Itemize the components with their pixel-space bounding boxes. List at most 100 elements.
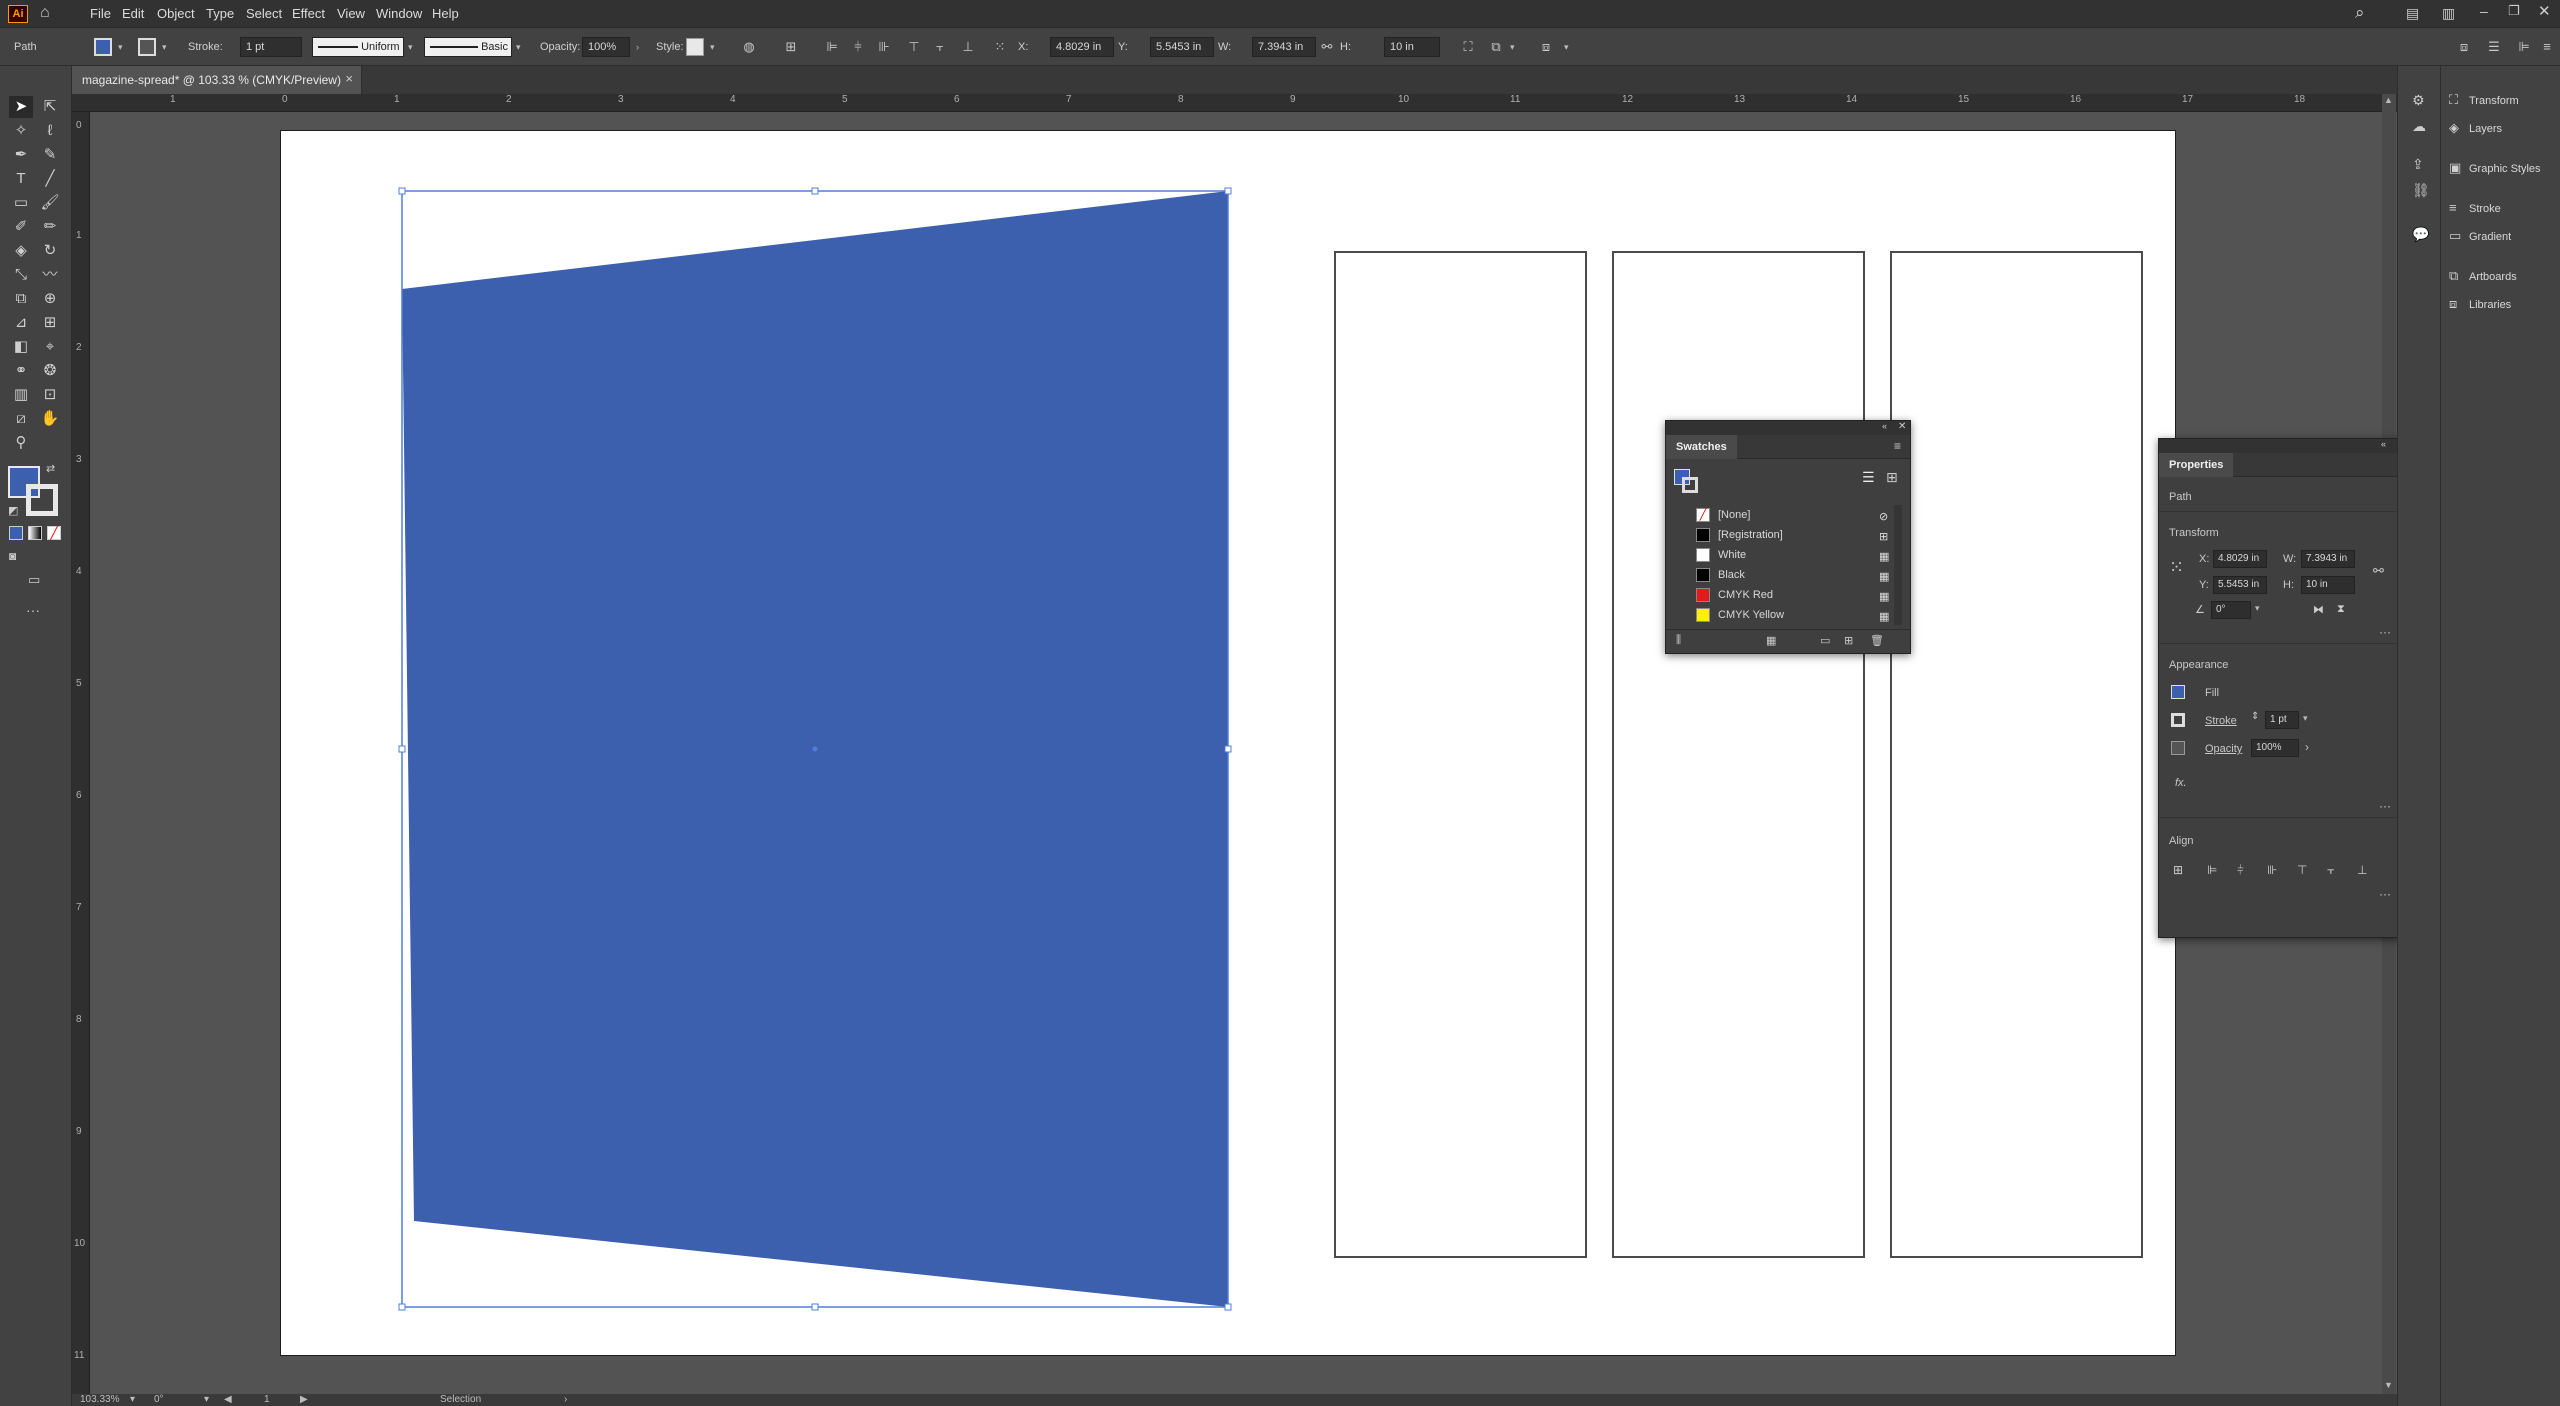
gradient-tool-icon[interactable]: ◧: [9, 336, 33, 358]
none-mode-icon[interactable]: ╱: [47, 526, 61, 540]
libraries-dock-icon[interactable]: ☁: [2412, 118, 2426, 135]
menu-type[interactable]: Type: [206, 6, 234, 21]
close-window-button[interactable]: ✕: [2538, 2, 2551, 20]
reference-point-icon[interactable]: ⁙: [990, 37, 1010, 57]
transform-icon[interactable]: ⛶: [1458, 37, 1478, 57]
prop-x-field[interactable]: 4.8029 in: [2213, 550, 2267, 568]
style-swatch[interactable]: [686, 38, 704, 56]
swatches-tab[interactable]: Swatches: [1666, 435, 1737, 459]
slice-tool-icon[interactable]: ⧄: [9, 408, 33, 430]
bbox-handle[interactable]: [1224, 1303, 1232, 1311]
home-icon[interactable]: ⌂: [40, 4, 50, 22]
rectangle-tool-icon[interactable]: ▭: [9, 192, 33, 214]
close-tab-icon[interactable]: ×: [345, 71, 353, 86]
h-field[interactable]: 10 in: [1384, 37, 1440, 57]
align-vcenter-icon[interactable]: ⫟: [930, 37, 950, 57]
fill-color-swatch[interactable]: [94, 38, 112, 56]
panel-menu-icon[interactable]: ≡: [2538, 37, 2556, 57]
warp-tool-icon[interactable]: 〰: [38, 264, 62, 286]
shaper-tool-icon[interactable]: ✐: [9, 216, 33, 238]
dock-item-stroke[interactable]: ≡ Stroke: [2449, 196, 2559, 220]
align-vcenter-icon[interactable]: ⫟: [2327, 863, 2334, 878]
new-color-group-icon[interactable]: ▭: [1820, 634, 1830, 647]
selection-tool-icon[interactable]: ➤: [9, 96, 33, 118]
direct-selection-tool-icon[interactable]: ⇱: [38, 96, 62, 118]
reference-point-icon[interactable]: ⁙: [2169, 557, 2184, 578]
bbox-handle[interactable]: [1224, 187, 1232, 195]
bbox-handle[interactable]: [398, 187, 406, 195]
menu-file[interactable]: File: [90, 6, 111, 21]
rotate-tool-icon[interactable]: ↻: [38, 240, 62, 262]
fill-swatch[interactable]: [2171, 685, 2185, 699]
scroll-down-icon[interactable]: ▼: [2384, 1380, 2393, 1390]
menu-select[interactable]: Select: [246, 6, 282, 21]
restore-button[interactable]: ❐: [2508, 3, 2520, 19]
artboard[interactable]: [280, 130, 2176, 1356]
prop-w-field[interactable]: 7.3943 in: [2301, 550, 2355, 568]
align-top-icon[interactable]: ⊤: [2297, 863, 2307, 877]
links-dock-icon[interactable]: ⛓: [2412, 182, 2430, 199]
list-view-icon[interactable]: ☰: [1862, 469, 1875, 486]
more-tools-icon[interactable]: ···: [26, 602, 40, 618]
show-kinds-icon[interactable]: ▦: [1766, 634, 1776, 647]
color-mode-icon[interactable]: [9, 526, 23, 540]
close-panel-icon[interactable]: ✕: [1898, 421, 1906, 432]
artboard-tool-icon[interactable]: ⊡: [38, 384, 62, 406]
panel-align-icon[interactable]: ⊫: [2514, 37, 2534, 57]
stroke-weight-field[interactable]: 1 pt: [2265, 711, 2299, 729]
align-to-icon[interactable]: ⊞: [780, 37, 802, 57]
symbol-sprayer-tool-icon[interactable]: ❂: [38, 360, 62, 382]
properties-dock-icon[interactable]: ⚙: [2412, 92, 2425, 109]
stroke-weight-field[interactable]: 1 pt: [240, 37, 302, 57]
fx-label[interactable]: fx.: [2175, 777, 2187, 789]
eraser-tool-icon[interactable]: ◈: [9, 240, 33, 262]
zoom-tool-icon[interactable]: ⚲: [9, 432, 33, 454]
isolate-icon[interactable]: ⧉: [1486, 37, 1506, 57]
align-right-icon[interactable]: ⊪: [874, 37, 894, 57]
align-top-icon[interactable]: ⊤: [904, 37, 924, 57]
default-fill-stroke-icon[interactable]: ◩: [8, 504, 18, 517]
zoom-dropdown-icon[interactable]: ▾: [130, 1394, 135, 1405]
artboard-next-icon[interactable]: ▶: [300, 1394, 308, 1405]
recolor-icon[interactable]: ◍: [738, 37, 760, 57]
align-hcenter-icon[interactable]: ⫩: [2237, 863, 2244, 878]
opacity-field[interactable]: 100%: [582, 37, 630, 57]
align-to-icon[interactable]: ⊞: [2173, 863, 2183, 877]
stroke-swatch[interactable]: [2171, 713, 2185, 727]
align-right-icon[interactable]: ⊪: [2267, 863, 2277, 877]
swatch-stroke-indicator[interactable]: [1682, 477, 1698, 493]
menu-edit[interactable]: Edit: [122, 6, 144, 21]
stroke-color-box[interactable]: [26, 484, 58, 516]
stroke-profile-field[interactable]: Uniform: [312, 37, 404, 57]
swatch-list-scrollbar[interactable]: [1894, 505, 1902, 625]
opacity-field[interactable]: 100%: [2251, 739, 2299, 757]
dock-item-graphic-styles[interactable]: ▣ Graphic Styles: [2449, 156, 2559, 180]
opacity-arrow-icon[interactable]: ›: [636, 37, 639, 57]
status-arrow-icon[interactable]: ›: [564, 1394, 567, 1405]
swatch-row[interactable]: CMYK Yellow ▦: [1696, 605, 1896, 625]
menu-effect[interactable]: Effect: [292, 6, 325, 21]
collapse-panel-icon[interactable]: «: [1882, 421, 1887, 431]
panel-arrange-icon[interactable]: ⧈: [2454, 37, 2474, 57]
constrain-proportions-icon[interactable]: ⚯: [2373, 563, 2384, 579]
search-icon[interactable]: ⌕: [2355, 3, 2365, 23]
align-bottom-icon[interactable]: ⊥: [958, 37, 978, 57]
text-column-1[interactable]: [1334, 251, 1587, 1258]
menu-object[interactable]: Object: [157, 6, 195, 21]
swatch-libraries-icon[interactable]: ⫼: [1676, 634, 1681, 647]
align-hcenter-icon[interactable]: ⫩: [848, 37, 868, 57]
eyedropper-tool-icon[interactable]: ⌖: [38, 336, 62, 358]
bbox-handle[interactable]: [811, 187, 819, 195]
hand-tool-icon[interactable]: ✋: [38, 408, 62, 430]
flip-vertical-icon[interactable]: ⧗: [2337, 603, 2345, 616]
bbox-handle[interactable]: [398, 1303, 406, 1311]
brush-field[interactable]: Basic: [424, 37, 512, 57]
dock-item-transform[interactable]: ⛶ Transform: [2449, 88, 2559, 112]
arrange-icon[interactable]: ⧈: [1536, 37, 1556, 57]
swatch-row[interactable]: [Registration] ⊞: [1696, 525, 1896, 545]
stroke-dropdown-icon[interactable]: ▾: [162, 37, 167, 57]
thumbnail-view-icon[interactable]: ⊞: [1886, 469, 1898, 486]
style-dropdown-icon[interactable]: ▾: [710, 37, 715, 57]
panel-menu-icon[interactable]: ≡: [1894, 439, 1901, 453]
more-options-icon[interactable]: ···: [2379, 799, 2391, 813]
